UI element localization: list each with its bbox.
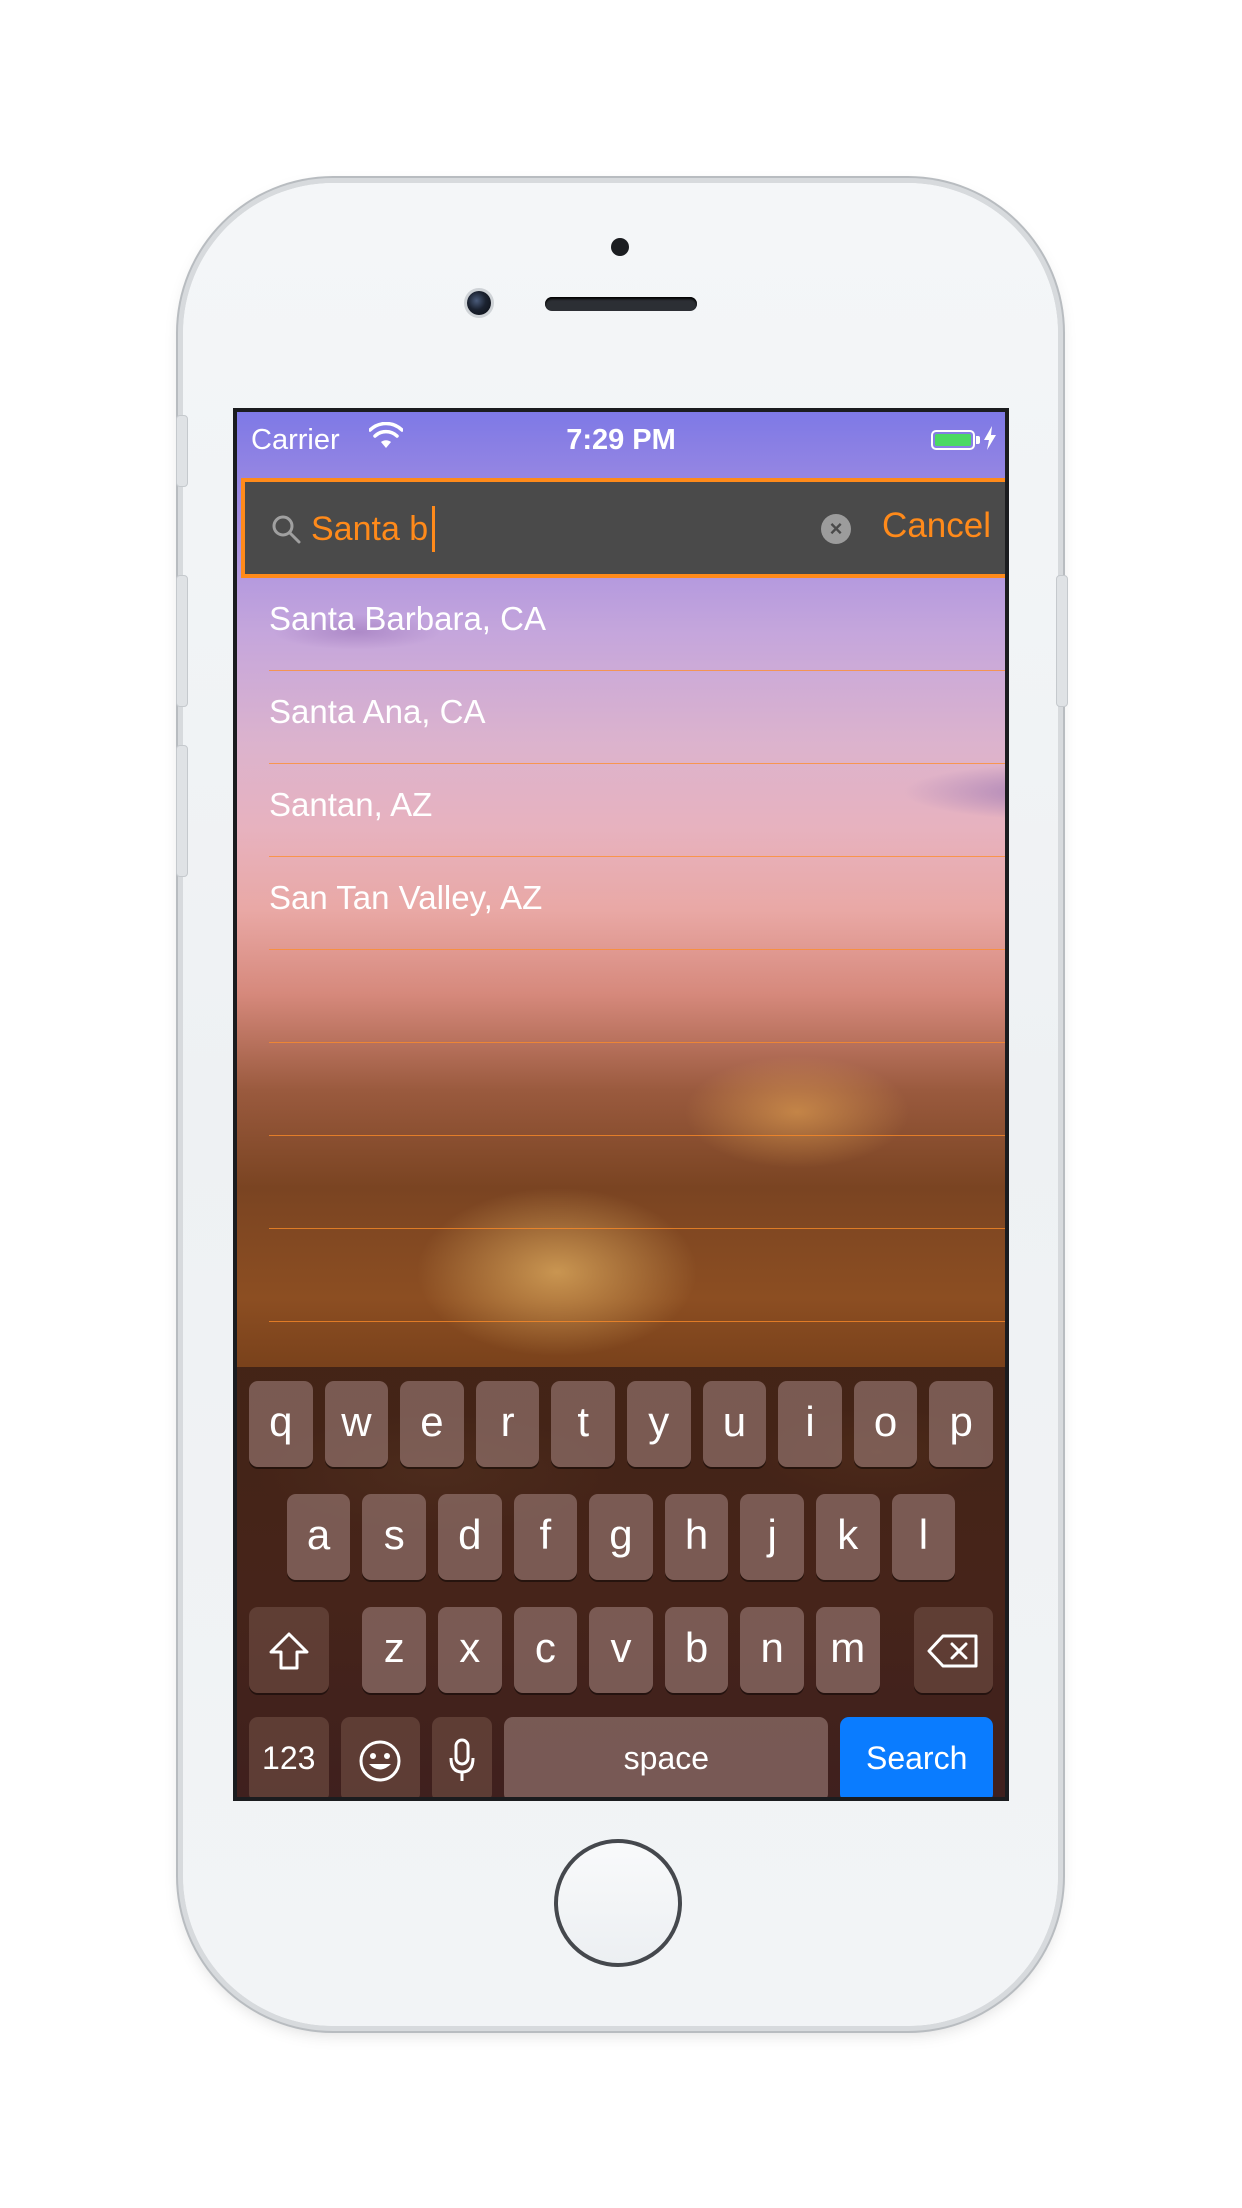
- key-y[interactable]: y: [627, 1381, 691, 1467]
- search-key[interactable]: Search: [840, 1717, 993, 1797]
- status-bar: Carrier 7:29 PM: [237, 412, 1005, 472]
- key-n[interactable]: n: [740, 1607, 804, 1693]
- key-s[interactable]: s: [362, 1494, 426, 1580]
- delete-icon: [927, 1634, 978, 1668]
- shift-icon: [269, 1632, 309, 1670]
- keyboard: q w e r t y u i o p a s d f g h j k l z …: [237, 1367, 1005, 1797]
- key-u[interactable]: u: [702, 1381, 767, 1467]
- dictation-key[interactable]: [432, 1717, 493, 1797]
- key-e[interactable]: e: [400, 1381, 464, 1467]
- list-item[interactable]: Santa Ana, CA: [269, 671, 1005, 764]
- key-c[interactable]: c: [513, 1607, 578, 1693]
- key-i[interactable]: i: [778, 1381, 842, 1467]
- key-k[interactable]: k: [816, 1494, 880, 1580]
- result-label: Santa Barbara, CA: [269, 600, 546, 637]
- earpiece-speaker: [545, 297, 697, 311]
- mute-switch: [176, 415, 188, 487]
- delete-key[interactable]: [913, 1607, 993, 1693]
- list-item-empty: [269, 1136, 1005, 1229]
- key-h[interactable]: h: [664, 1494, 729, 1580]
- key-t[interactable]: t: [551, 1381, 615, 1467]
- device-screen: Carrier 7:29 PM × Cancel Santa Barbara, …: [233, 408, 1009, 1801]
- key-j[interactable]: j: [740, 1494, 804, 1580]
- search-icon: [272, 515, 301, 544]
- key-d[interactable]: d: [438, 1494, 502, 1580]
- key-q[interactable]: q: [249, 1381, 313, 1467]
- key-p[interactable]: p: [929, 1381, 993, 1467]
- clear-icon[interactable]: ×: [821, 514, 851, 544]
- result-label: Santa Ana, CA: [269, 693, 486, 730]
- key-z[interactable]: z: [362, 1607, 426, 1693]
- key-w[interactable]: w: [324, 1381, 389, 1467]
- key-v[interactable]: v: [589, 1607, 653, 1693]
- battery-icon: [931, 430, 975, 450]
- status-time: 7:29 PM: [566, 424, 676, 456]
- key-f[interactable]: f: [513, 1494, 578, 1580]
- text-cursor: [432, 506, 435, 552]
- numbers-key[interactable]: 123: [249, 1717, 329, 1797]
- key-g[interactable]: g: [589, 1494, 653, 1580]
- search-input[interactable]: [311, 504, 811, 554]
- power-button: [1056, 575, 1068, 707]
- key-b[interactable]: b: [664, 1607, 729, 1693]
- shift-key[interactable]: [249, 1607, 329, 1693]
- key-r[interactable]: r: [475, 1381, 540, 1467]
- search-bar: × Cancel: [241, 478, 1005, 578]
- space-key[interactable]: space: [504, 1717, 829, 1797]
- list-item-empty: [269, 950, 1005, 1043]
- key-m[interactable]: m: [816, 1607, 880, 1693]
- list-item[interactable]: Santan, AZ: [269, 764, 1005, 857]
- emoji-key[interactable]: [340, 1717, 420, 1797]
- front-camera: [467, 291, 491, 315]
- list-item-empty: [269, 1229, 1005, 1322]
- key-x[interactable]: x: [438, 1607, 502, 1693]
- key-o[interactable]: o: [853, 1381, 918, 1467]
- list-item-empty: [269, 1043, 1005, 1136]
- list-item[interactable]: Santa Barbara, CA: [269, 578, 1005, 671]
- emoji-icon: [359, 1740, 401, 1782]
- volume-up-button: [176, 575, 188, 707]
- key-l[interactable]: l: [891, 1494, 956, 1580]
- search-results-list: Santa Barbara, CA Santa Ana, CA Santan, …: [237, 578, 1005, 1322]
- battery-tip: [976, 436, 980, 444]
- result-label: San Tan Valley, AZ: [269, 879, 543, 916]
- list-item[interactable]: San Tan Valley, AZ: [269, 857, 1005, 950]
- cancel-button[interactable]: Cancel: [882, 506, 991, 546]
- volume-down-button: [176, 745, 188, 877]
- mic-icon: [449, 1738, 475, 1781]
- key-a[interactable]: a: [286, 1494, 351, 1580]
- proximity-sensor: [611, 238, 629, 256]
- home-button[interactable]: [554, 1839, 682, 1967]
- bolt-icon: [984, 426, 996, 450]
- result-label: Santan, AZ: [269, 786, 433, 823]
